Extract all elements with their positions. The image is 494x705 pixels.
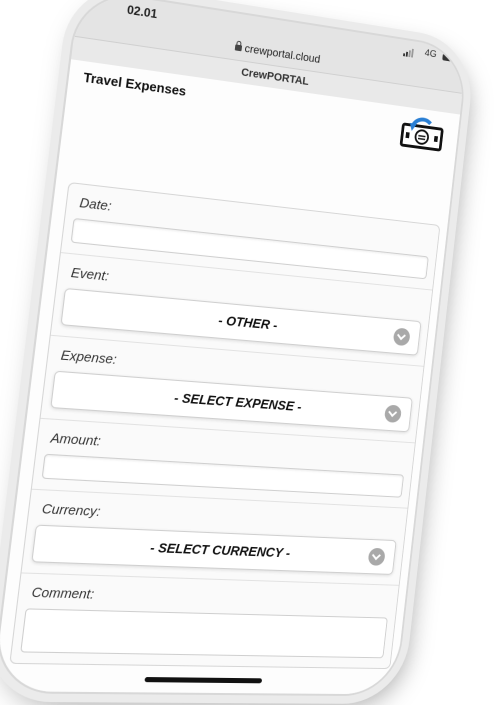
chevron-down-icon bbox=[383, 404, 403, 423]
money-refund-icon[interactable] bbox=[397, 112, 447, 156]
page-title: Travel Expenses bbox=[82, 69, 188, 99]
lock-icon bbox=[234, 44, 243, 52]
chevron-down-icon bbox=[367, 547, 386, 566]
phone-screen: 02.01 4G crewportal.cloud CrewPORTAL Tra… bbox=[0, 0, 470, 697]
phone-device: 02.01 4G crewportal.cloud CrewPORTAL Tra… bbox=[0, 0, 494, 705]
comment-textarea[interactable] bbox=[20, 608, 388, 659]
currency-select[interactable]: - SELECT CURRENCY - bbox=[31, 524, 397, 575]
comment-field-group: Comment: bbox=[10, 573, 398, 668]
signal-icon bbox=[403, 48, 414, 58]
network-type: 4G bbox=[424, 47, 438, 61]
currency-selected-value: - SELECT CURRENCY - bbox=[149, 539, 292, 561]
expense-selected-value: - SELECT EXPENSE - bbox=[173, 389, 303, 415]
comment-label: Comment: bbox=[30, 584, 95, 602]
event-selected-value: - OTHER - bbox=[217, 312, 279, 333]
home-indicator[interactable] bbox=[144, 677, 263, 684]
battery-icon bbox=[442, 53, 457, 63]
chevron-down-icon bbox=[392, 327, 411, 347]
page-content: Travel Expenses Date: Event: - OTHER - E… bbox=[0, 59, 461, 695]
expense-form: Date: Event: - OTHER - Expense: - SELECT… bbox=[9, 181, 441, 670]
status-time: 02.01 bbox=[126, 2, 159, 22]
